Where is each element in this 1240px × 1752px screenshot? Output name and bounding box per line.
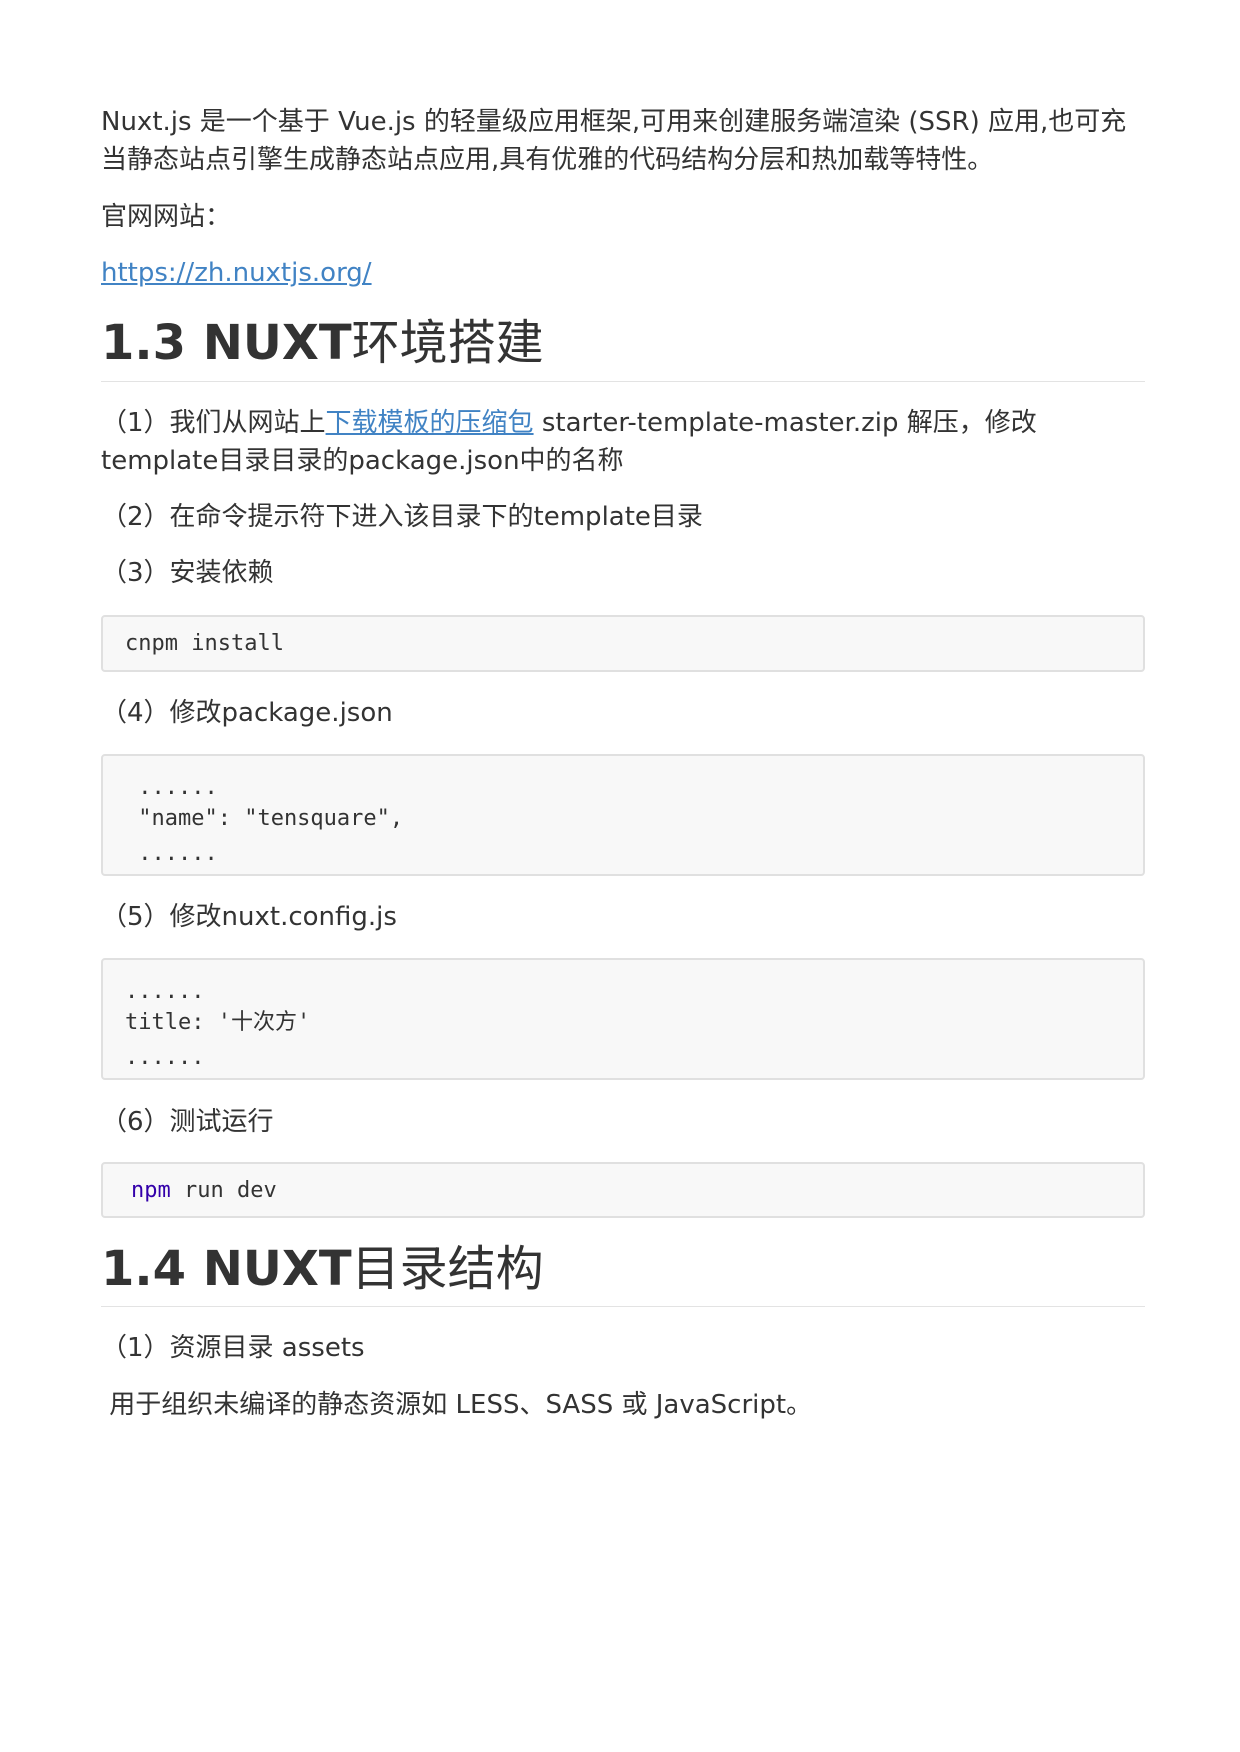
- section-heading-1-3: 1.3 NUXT环境搭建: [101, 313, 1145, 383]
- step-1-suffix: starter-template-master.zip 解压，修改: [533, 408, 1037, 438]
- step-2-paragraph: （2）在命令提示符下进入该目录下的template目录: [101, 502, 703, 532]
- official-site-link[interactable]: https://zh.nuxtjs.org/: [101, 258, 372, 288]
- step-5-paragraph: （5）修改nuxt.config.js: [101, 902, 397, 932]
- code-block-nuxt-config: ...... title: '十次方' ......: [101, 958, 1145, 1080]
- official-site-label: 官网网站：: [101, 202, 232, 232]
- official-site-link-paragraph: https://zh.nuxtjs.org/: [101, 252, 1145, 294]
- section-number: 1.3 NUXT: [101, 315, 352, 371]
- assets-step-paragraph: （1）资源目录 assets: [101, 1333, 365, 1363]
- code-block-npm-run-dev: npm run dev: [101, 1162, 1145, 1218]
- code-line: title: '十次方': [125, 1010, 311, 1035]
- heading-divider: [101, 1306, 1145, 1307]
- intro-paragraph-line-1: Nuxt.js 是一个基于 Vue.js 的轻量级应用框架,可用来创建服务端渲染…: [101, 107, 1127, 137]
- code-line: npm run dev: [131, 1173, 277, 1209]
- step-4-paragraph: （4）修改package.json: [101, 698, 393, 728]
- code-rest: run dev: [170, 1178, 277, 1203]
- section-heading-1-4: 1.4 NUXT目录结构: [101, 1239, 1145, 1309]
- code-line: cnpm install: [125, 631, 284, 656]
- step-1-prefix: （1）我们从网站上: [101, 408, 326, 438]
- section-number: 1.4 NUXT: [101, 1241, 352, 1297]
- section-title: 目录结构: [351, 1241, 544, 1297]
- section-title: 环境搭建: [351, 315, 544, 371]
- code-keyword: npm: [131, 1178, 171, 1203]
- step-3-paragraph: （3）安装依赖: [101, 558, 274, 588]
- step-1-line-2: template目录目录的package.json中的名称: [101, 446, 624, 476]
- code-line: "name": "tensquare",: [125, 806, 404, 831]
- assets-description: 用于组织未编译的静态资源如 LESS、SASS 或 JavaScript。: [101, 1390, 813, 1420]
- step-6-paragraph: （6）测试运行: [101, 1107, 274, 1137]
- code-line: ......: [125, 841, 218, 866]
- intro-paragraph-line-2: 当静态站点引擎生成静态站点应用,具有优雅的代码结构分层和热加载等特性。: [101, 145, 994, 175]
- step-1-paragraph: （1）我们从网站上下载模板的压缩包 starter-template-maste…: [101, 402, 1145, 444]
- code-block-cnpm-install: cnpm install: [101, 615, 1145, 672]
- download-template-link[interactable]: 下载模板的压缩包: [326, 408, 534, 438]
- code-block-package-json: ...... "name": "tensquare", ......: [101, 754, 1145, 876]
- code-line: ......: [125, 1045, 205, 1070]
- heading-divider: [101, 381, 1145, 382]
